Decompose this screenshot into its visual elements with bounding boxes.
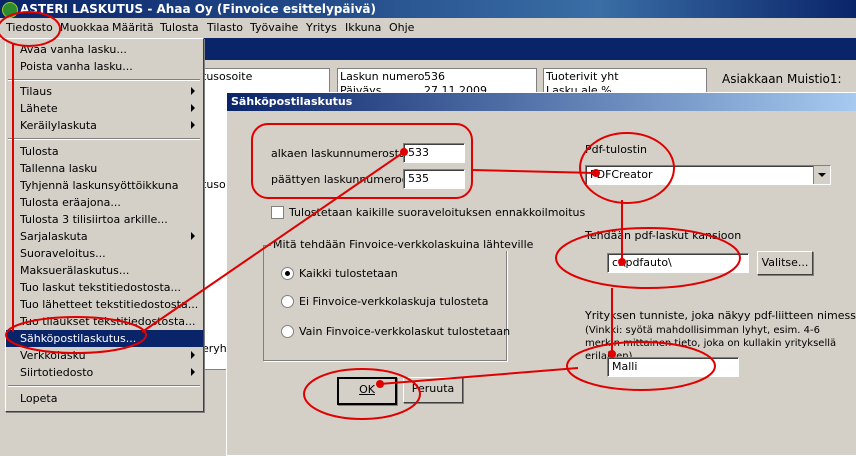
annotation-overlay [0,11,741,420]
